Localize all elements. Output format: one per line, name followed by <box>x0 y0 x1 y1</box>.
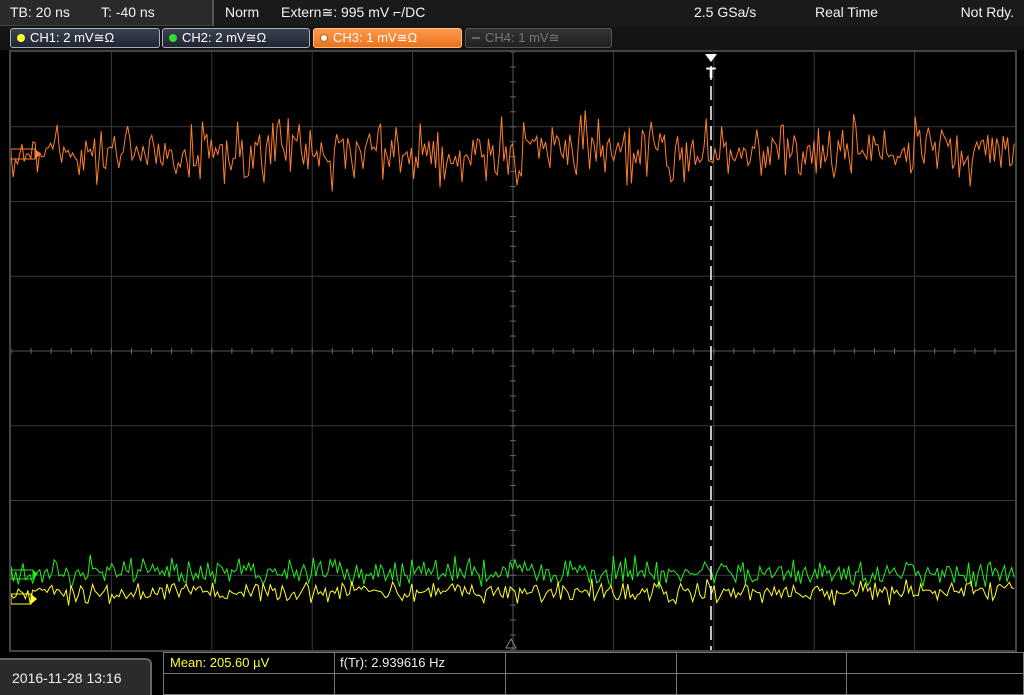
channel-2-label: CH2: 2 mV≅Ω <box>182 30 267 45</box>
channel-4-button[interactable]: CH4: 1 mV≅ <box>465 28 612 48</box>
channel-bar: CH1: 2 mV≅Ω CH2: 2 mV≅Ω CH3: 1 mV≅Ω CH4:… <box>0 26 1024 50</box>
acquisition-state: Not Rdy. <box>960 4 1014 20</box>
trigger-marker-icon[interactable]: T <box>705 54 717 82</box>
channel-3-button[interactable]: CH3: 1 mV≅Ω <box>313 28 462 48</box>
channel-3-label: CH3: 1 mV≅Ω <box>333 30 418 45</box>
channel-1-label: CH1: 2 mV≅Ω <box>30 30 115 45</box>
acquisition-mode[interactable]: Real Time <box>815 4 878 20</box>
measurement-frequency: f(Tr): 2.939616 Hz <box>340 655 446 670</box>
timebase-box[interactable]: TB: 20 ns T: -40 ns <box>0 0 214 26</box>
trigger-time-label: T: -40 ns <box>101 4 155 20</box>
channel-2-dot-icon <box>169 34 177 42</box>
status-bar: TB: 20 ns T: -40 ns Norm Extern≅: 995 mV… <box>0 0 1024 26</box>
waveform-display[interactable]: T <box>9 50 1017 652</box>
trigger-marker-label: T <box>706 66 716 82</box>
measurement-mean: Mean: 205.60 µV <box>170 655 270 670</box>
sample-rate[interactable]: 2.5 GSa/s <box>694 4 756 20</box>
timebase-label: TB: 20 ns <box>10 4 70 20</box>
channel-3-dot-icon <box>320 34 328 42</box>
measurement-table[interactable]: Mean: 205.60 µV f(Tr): 2.939616 Hz <box>163 652 1024 695</box>
datetime-tab[interactable]: 2016-11-28 13:16 <box>0 658 152 695</box>
waveform-canvas: T <box>11 52 1015 650</box>
channel-2-button[interactable]: CH2: 2 mV≅Ω <box>162 28 310 48</box>
channel-4-label: CH4: 1 mV≅ <box>485 30 560 45</box>
trigger-mode[interactable]: Norm <box>225 4 259 20</box>
divider <box>164 673 1023 674</box>
datetime-label: 2016-11-28 13:16 <box>12 670 122 686</box>
grid <box>11 52 1015 650</box>
channel-4-off-icon <box>472 37 480 39</box>
horizontal-position-marker-icon[interactable] <box>505 637 517 649</box>
channel-1-dot-icon <box>17 34 25 42</box>
bottom-bar: 2016-11-28 13:16 Mean: 205.60 µV f(Tr): … <box>0 652 1024 695</box>
trigger-source[interactable]: Extern≅: 995 mV ⌐/DC <box>281 4 425 21</box>
channel-1-button[interactable]: CH1: 2 mV≅Ω <box>10 28 160 48</box>
